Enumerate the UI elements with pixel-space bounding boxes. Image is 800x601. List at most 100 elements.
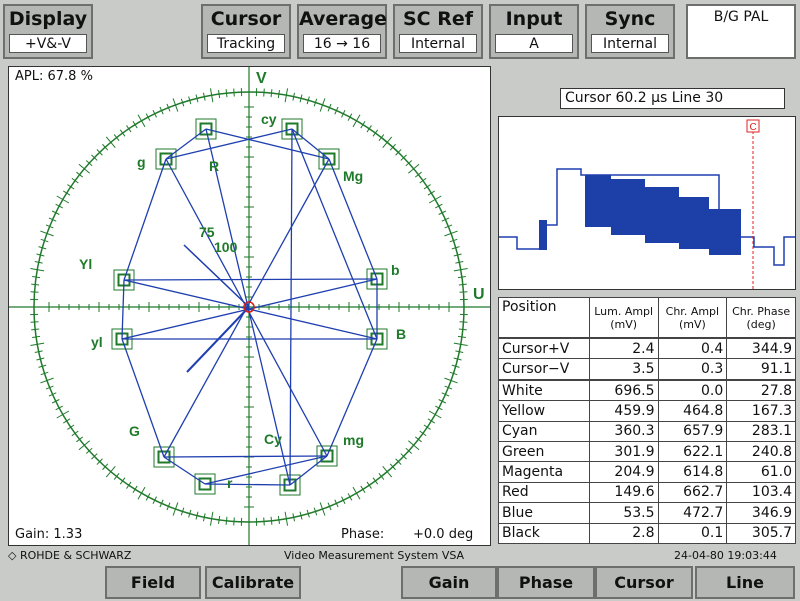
col-position: Position xyxy=(498,297,590,339)
graticule-tick xyxy=(32,276,41,279)
table-row: Green 301.9 622.1 240.8 xyxy=(498,441,796,463)
cursor-mode-button[interactable]: Cursor Tracking xyxy=(201,4,291,59)
sc-ref-button[interactable]: SC Ref Internal xyxy=(393,4,483,59)
graticule-tick xyxy=(263,517,265,526)
sc-ref-value: Internal xyxy=(399,34,477,53)
graticule-tick xyxy=(137,486,146,500)
vector-label-mg-lower: mg xyxy=(343,432,364,448)
graticule-tick xyxy=(277,90,280,99)
col-chr-ampl: Chr. Ampl (mV) xyxy=(657,297,728,339)
vector-label-r-upper: R xyxy=(209,158,219,174)
graticule-tick xyxy=(78,163,90,174)
graticule-tick xyxy=(382,466,393,478)
date-time: 24-04-80 19:03:44 xyxy=(674,549,777,562)
average-value: 16 → 16 xyxy=(303,34,381,53)
graticule-tick xyxy=(270,516,273,525)
average-button[interactable]: Average 16 → 16 xyxy=(297,4,387,59)
row-lum: 696.5 xyxy=(588,378,659,402)
measurement-table: Position Lum. Ampl (mV) Chr. Ampl (mV) Chr… xyxy=(498,297,796,545)
input-button[interactable]: Input A xyxy=(489,4,579,59)
graticule-tick xyxy=(366,481,372,489)
row-lum: 2.4 xyxy=(588,337,659,360)
cursor-button[interactable]: Cursor xyxy=(595,566,693,599)
graticule-tick xyxy=(419,430,427,437)
vector-label-r-lower: r xyxy=(227,475,233,491)
row-name: Yellow xyxy=(498,400,590,422)
row-phase: 27.8 xyxy=(726,378,796,402)
graticule-tick xyxy=(352,114,361,128)
graticule-tick xyxy=(218,515,221,524)
row-chr: 0.1 xyxy=(657,522,728,545)
line-button[interactable]: Line xyxy=(695,566,795,599)
row-phase: 240.8 xyxy=(726,441,796,463)
row-name: Blue xyxy=(498,502,590,524)
vector-label-cy-upper: cy xyxy=(261,111,277,127)
row-chr: 472.7 xyxy=(657,502,728,524)
graticule-tick xyxy=(458,283,467,286)
row-chr: 657.9 xyxy=(657,420,728,443)
vector-trace xyxy=(163,455,328,458)
graticule-tick xyxy=(427,418,435,424)
vector-trace xyxy=(123,158,167,281)
display-button[interactable]: Display +V&-V xyxy=(3,4,93,59)
tv-standard: B/G PAL xyxy=(686,4,796,59)
sc-ref-label: SC Ref xyxy=(402,8,474,30)
vector-trace xyxy=(163,456,206,485)
field-button[interactable]: Field xyxy=(105,566,201,599)
sync-button[interactable]: Sync Internal xyxy=(585,4,675,59)
calibrate-button[interactable]: Calibrate xyxy=(205,566,301,599)
row-name: Green xyxy=(498,441,590,463)
row-phase: 167.3 xyxy=(726,400,796,422)
rs-diamond-icon: ◇ xyxy=(8,549,17,562)
graticule-tick xyxy=(32,335,41,338)
col-lum-ampl: Lum. Ampl (mV) xyxy=(588,297,659,339)
row-phase: 344.9 xyxy=(726,337,796,360)
vector-label-pct-75: 75 xyxy=(199,224,215,240)
graticule-tick xyxy=(126,481,132,489)
vector-trace xyxy=(123,278,378,281)
graticule-tick xyxy=(270,89,273,98)
vector-trace xyxy=(121,279,125,340)
row-lum: 149.6 xyxy=(588,481,659,504)
graticule-tick xyxy=(132,121,138,129)
graticule-tick xyxy=(382,136,393,148)
row-name: White xyxy=(498,378,590,402)
input-value: A xyxy=(495,34,573,53)
row-lum: 3.5 xyxy=(588,358,659,381)
graticule-tick xyxy=(137,114,146,128)
graticule-tick xyxy=(30,321,39,323)
vector-label-pct-100: 100 xyxy=(214,239,238,255)
u-axis-label: U xyxy=(473,286,485,303)
graticule-tick xyxy=(63,190,71,196)
table-row: Cursor+V 2.4 0.4 344.9 xyxy=(498,337,796,360)
row-phase: 346.9 xyxy=(726,502,796,524)
graticule-tick xyxy=(30,291,39,293)
row-lum: 2.8 xyxy=(588,522,659,545)
col-phase-label: Chr. Phase xyxy=(732,304,791,318)
waveform-chroma xyxy=(585,175,741,255)
v-axis-label: V xyxy=(256,70,267,87)
row-chr: 0.4 xyxy=(657,337,728,360)
sync-label: Sync xyxy=(604,8,656,30)
phase-button[interactable]: Phase xyxy=(497,566,595,599)
graticule-tick xyxy=(56,195,70,204)
graticule-tick xyxy=(263,88,265,97)
row-phase: 283.1 xyxy=(726,420,796,443)
gain-button[interactable]: Gain xyxy=(401,566,497,599)
graticule-tick xyxy=(459,291,468,293)
phase-readout-value: +0.0 deg xyxy=(413,527,474,542)
phase-readout-label: Phase: xyxy=(341,527,385,542)
table-header-row: Position Lum. Ampl (mV) Chr. Ampl (mV) Chr… xyxy=(498,297,796,339)
cursor-position-readout: Cursor 60.2 µs Line 30 xyxy=(560,88,785,109)
graticule-tick xyxy=(372,477,379,485)
graticule-tick xyxy=(366,125,372,133)
row-name: Red xyxy=(498,481,590,504)
graticule-tick xyxy=(419,177,427,184)
graticule-tick xyxy=(31,328,40,331)
graticule-tick xyxy=(56,410,70,419)
table-row: Blue 53.5 472.7 346.9 xyxy=(498,502,796,524)
table-row: Black 2.8 0.1 305.7 xyxy=(498,522,796,545)
waveform-panel: C xyxy=(498,116,796,290)
apl-readout: APL: 67.8 % xyxy=(15,69,93,84)
graticule-tick xyxy=(225,516,228,525)
